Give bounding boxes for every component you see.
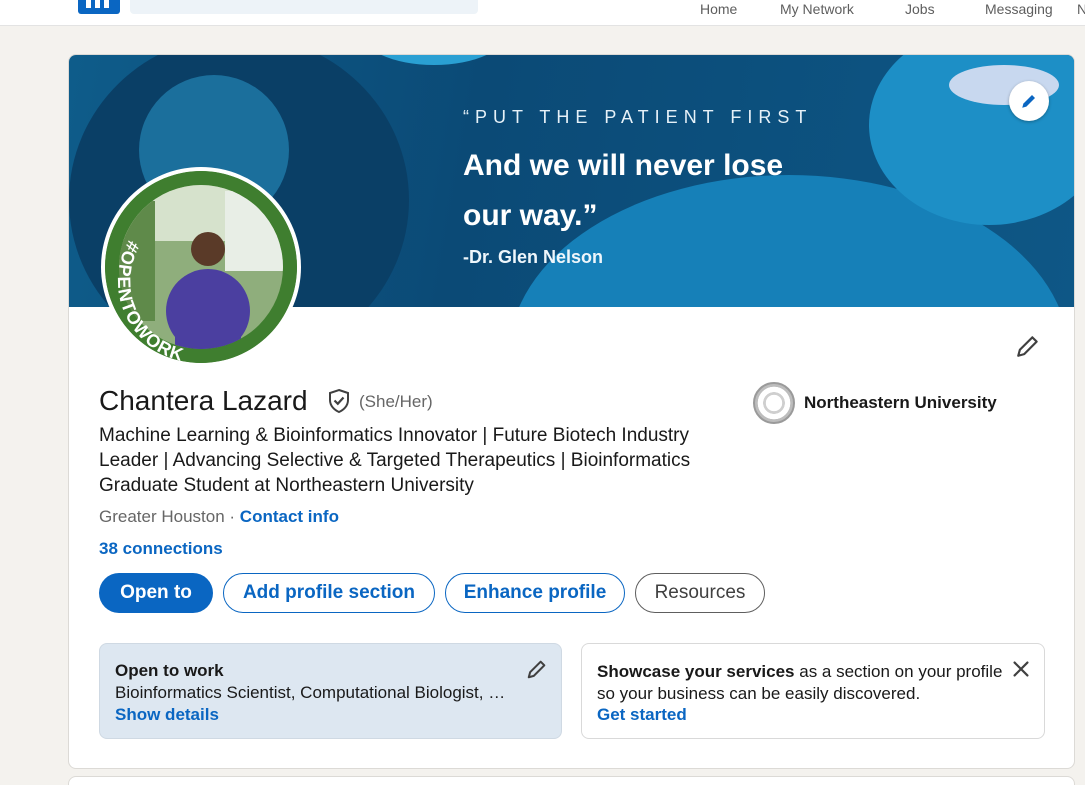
showcase-services-text: Showcase your services as a section on y… — [597, 661, 1007, 705]
showcase-services-bold: Showcase your services — [597, 662, 795, 681]
avatar: #OPENTOWORK — [105, 171, 297, 363]
nav-notifications[interactable]: N — [1077, 0, 1085, 18]
contact-info-link[interactable]: Contact info — [240, 507, 339, 526]
profile-name: Chantera Lazard — [99, 385, 308, 416]
open-to-button[interactable]: Open to — [99, 573, 213, 613]
location-separator: · — [224, 507, 240, 526]
open-to-work-roles: Bioinformatics Scientist, Computational … — [115, 683, 506, 702]
open-to-work-photo-frame: #OPENTOWORK — [105, 171, 297, 363]
nav-messaging[interactable]: Messaging — [985, 0, 1053, 18]
pencil-icon[interactable] — [526, 658, 548, 680]
profile-photo[interactable]: #OPENTOWORK — [101, 167, 301, 367]
location-text: Greater Houston — [99, 507, 225, 526]
edit-banner-button[interactable] — [1009, 81, 1049, 121]
verified-shield-icon[interactable] — [327, 388, 351, 414]
resources-button[interactable]: Resources — [635, 573, 765, 613]
connections-link[interactable]: 38 connections — [99, 539, 223, 559]
edit-profile-button[interactable] — [1013, 331, 1043, 361]
add-profile-section-button[interactable]: Add profile section — [223, 573, 435, 613]
pencil-icon — [1017, 336, 1038, 357]
education-link[interactable]: Northeastern University — [804, 393, 997, 413]
profile-card: “PUT THE PATIENT FIRST And we will never… — [68, 54, 1075, 769]
next-section-card — [68, 776, 1075, 785]
banner-quote-line1: “PUT THE PATIENT FIRST — [463, 107, 813, 127]
banner-quote-attribution: -Dr. Glen Nelson — [463, 247, 604, 267]
search-input[interactable] — [130, 0, 478, 14]
banner-quote-line2: And we will never lose — [463, 149, 784, 182]
nav-home[interactable]: Home — [700, 0, 737, 18]
enhance-profile-button[interactable]: Enhance profile — [445, 573, 625, 613]
show-details-link[interactable]: Show details — [115, 705, 219, 725]
top-nav: Home My Network Jobs Messaging N — [0, 0, 1085, 26]
linkedin-logo-icon[interactable] — [78, 0, 120, 14]
open-to-work-card[interactable]: Open to work Bioinformatics Scientist, C… — [99, 643, 562, 739]
profile-pronouns: (She/Her) — [359, 392, 433, 411]
close-icon[interactable] — [1010, 658, 1032, 680]
open-to-work-title: Open to work — [115, 661, 224, 680]
showcase-services-card: Showcase your services as a section on y… — [581, 643, 1045, 739]
nav-jobs[interactable]: Jobs — [905, 0, 935, 18]
banner-quote-line3: our way.” — [463, 199, 598, 232]
pencil-icon — [1022, 95, 1035, 108]
profile-location: Greater Houston · Contact info — [99, 507, 339, 527]
banner-shape — [359, 55, 509, 65]
get-started-link[interactable]: Get started — [597, 705, 687, 725]
university-seal-icon[interactable] — [753, 382, 795, 424]
profile-headline: Machine Learning & Bioinformatics Innova… — [99, 425, 691, 496]
nav-my-network[interactable]: My Network — [780, 0, 854, 18]
